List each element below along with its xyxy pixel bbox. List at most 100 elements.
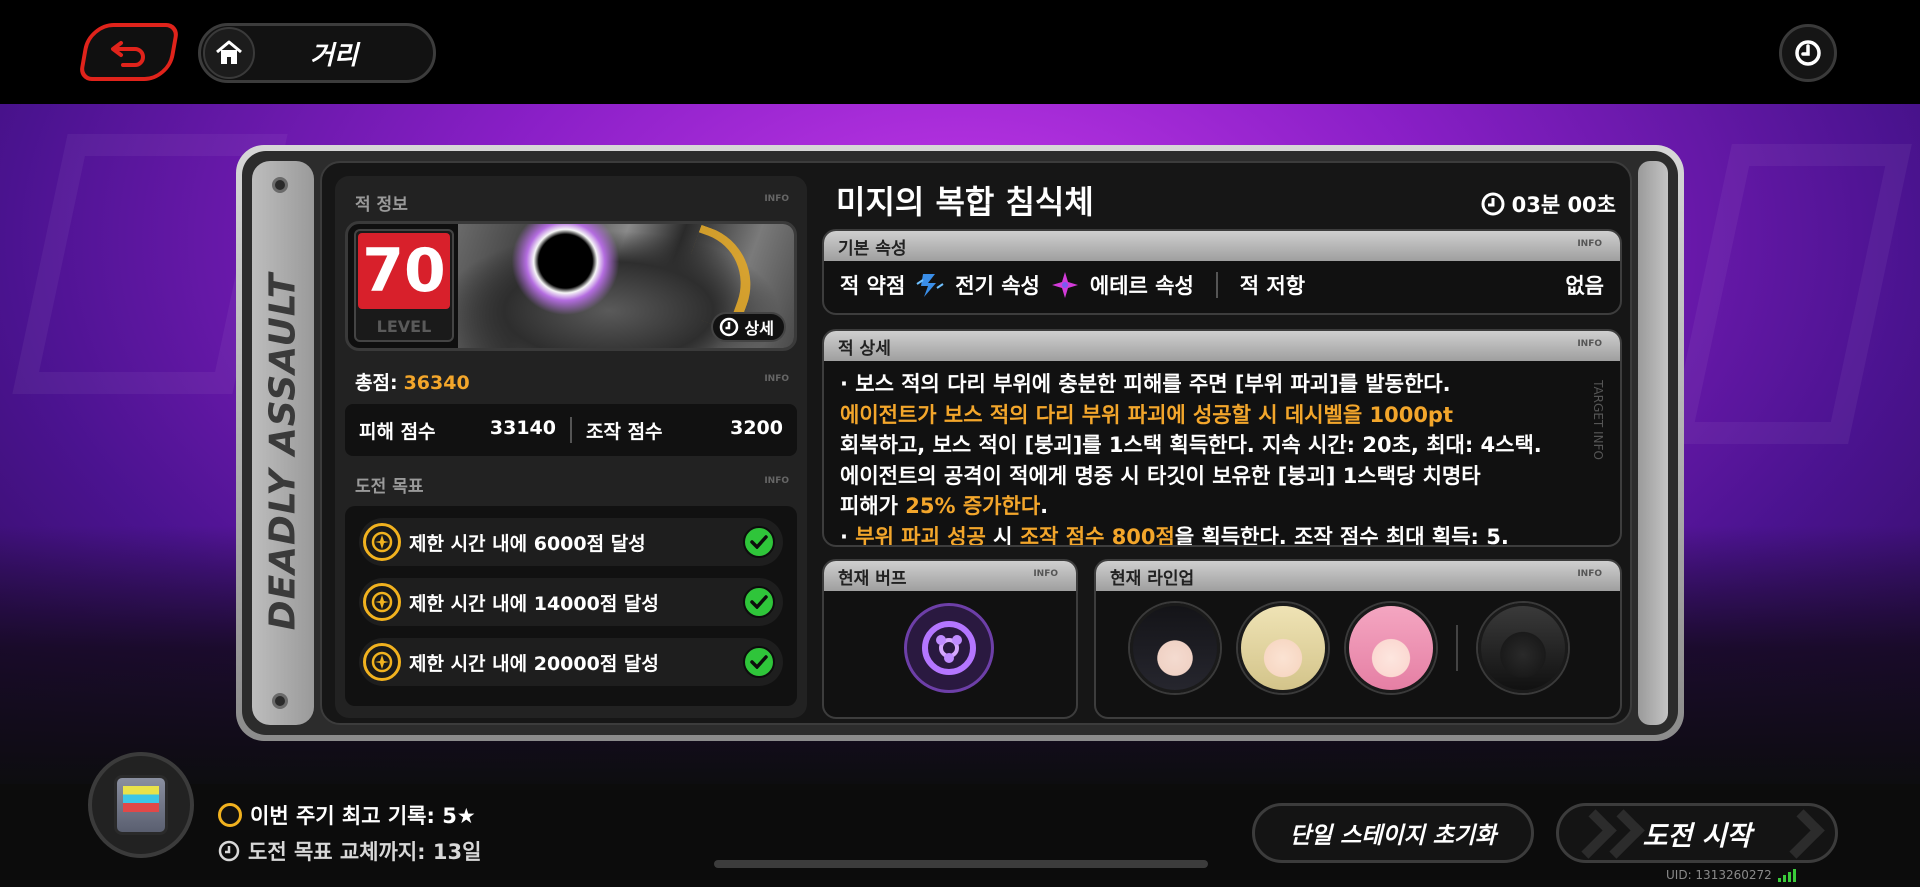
weakness-ether: 에테르 속성	[1089, 274, 1194, 298]
info-tag[interactable]: INFO	[764, 476, 789, 486]
damage-score-label: 피해 점수	[359, 420, 436, 443]
challenge-goals: 제한 시간 내에 6000점 달성 제한 시간 내에 14000점 달성 제한 …	[345, 506, 797, 706]
details-text[interactable]: · 보스 적의 다리 부위에 충분한 피해를 주면 [부위 파괴]를 발동한다.…	[824, 361, 1620, 547]
attributes-header: 기본 속성 INFO	[824, 231, 1620, 261]
reset-stage-button[interactable]: 단일 스테이지 초기화	[1252, 803, 1534, 863]
attributes-title: 기본 속성	[838, 239, 907, 259]
time-limit: 03분 00초	[1480, 189, 1616, 219]
details-highlight: 부위 파괴 성공	[855, 524, 986, 547]
details-line: · 보스 적의 다리 부위에 충분한 피해를 주면 [부위 파괴]를 발동한다.	[840, 372, 1451, 396]
details-line: · 부위 파괴 성공 시 조작 점수 800점을 획득한다. 조작 점수 최대 …	[840, 522, 1604, 547]
home-icon	[216, 40, 242, 64]
best-record: 이번 주기 최고 기록: 5★	[218, 800, 476, 830]
star-medal-icon	[363, 643, 401, 681]
info-tag[interactable]: INFO	[764, 374, 789, 384]
goal-item: 제한 시간 내에 14000점 달성	[359, 578, 783, 626]
control-score-label: 조작 점수	[586, 420, 663, 443]
info-tag[interactable]: INFO	[1577, 239, 1602, 249]
info-tag[interactable]: INFO	[1577, 339, 1602, 349]
total-label: 총점:	[355, 372, 398, 394]
info-tag[interactable]: INFO	[1577, 569, 1602, 579]
agent-portrait[interactable]	[1130, 603, 1220, 693]
home-indicator[interactable]	[714, 860, 1208, 868]
back-button[interactable]	[77, 23, 181, 81]
content-panel: 적 정보 INFO 70 LEVEL 상세 총점: 36340 INFO 피해 …	[320, 161, 1632, 725]
time-limit-value: 03분 00초	[1511, 193, 1616, 217]
info-tag[interactable]: INFO	[764, 194, 789, 204]
clock-icon	[218, 840, 240, 862]
assault-card: DEADLY ASSAULT 적 정보 INFO 70 LEVEL 상세 총점:…	[236, 145, 1684, 741]
best-record-text: 이번 주기 최고 기록: 5★	[250, 804, 476, 828]
details-line: 피해가 25% 증가한다.	[840, 491, 1604, 522]
side-strip: DEADLY ASSAULT	[252, 161, 314, 725]
goal-text: 제한 시간 내에 6000점 달성	[409, 532, 646, 555]
target-info-label: TARGET INFO	[1591, 380, 1606, 460]
details-fragment: ·	[840, 524, 856, 547]
check-icon	[743, 526, 775, 558]
enemy-info-title: 적 정보	[355, 195, 408, 215]
goal-reset-text: 도전 목표 교체까지: 13일	[248, 840, 482, 864]
lineup-panel: 현재 라인업 INFO	[1094, 559, 1622, 719]
weakness-electric: 전기 속성	[955, 274, 1040, 298]
details-fragment: 피해가	[840, 494, 906, 518]
level-label: LEVEL	[376, 317, 432, 336]
total-value: 36340	[403, 372, 470, 394]
resist-value: 없음	[1565, 274, 1604, 298]
score-breakdown: 피해 점수 33140 조작 점수 3200	[345, 404, 797, 456]
signal-icon	[1777, 868, 1796, 882]
right-strip	[1638, 161, 1668, 725]
buff-title: 현재 버프	[838, 569, 907, 589]
buff-icon[interactable]	[904, 603, 994, 693]
detail-button-label: 상세	[744, 319, 774, 338]
star-medal-icon	[218, 803, 242, 827]
device-icon[interactable]	[88, 752, 194, 858]
damage-score-value: 33140	[489, 416, 556, 439]
agent-portrait[interactable]	[1238, 603, 1328, 693]
total-score: 총점: 36340	[355, 368, 470, 395]
challenge-title: 도전 목표	[355, 477, 424, 497]
start-challenge-button[interactable]: 도전 시작	[1556, 803, 1838, 863]
breadcrumb: 거리	[198, 23, 436, 83]
check-icon	[743, 646, 775, 678]
detail-button[interactable]: 상세	[710, 312, 786, 342]
details-highlight: 조작 점수 800점	[1019, 524, 1175, 547]
weakness-label: 적 약점	[840, 274, 906, 298]
details-panel: 적 상세 INFO · 보스 적의 다리 부위에 충분한 피해를 주면 [부위 …	[822, 329, 1622, 547]
info-tag[interactable]: INFO	[1033, 569, 1058, 579]
details-fragment: 시	[985, 524, 1020, 547]
card-body: DEADLY ASSAULT 적 정보 INFO 70 LEVEL 상세 총점:…	[242, 151, 1678, 735]
timer-icon	[1481, 192, 1505, 216]
divider	[1456, 625, 1458, 671]
mode-title: DEADLY ASSAULT	[256, 272, 310, 630]
divider	[1215, 272, 1218, 298]
attributes-panel: 기본 속성 INFO 적 약점 전기 속성 에테르 속성 적 저항 없음	[822, 229, 1622, 315]
back-arrow-icon	[111, 41, 145, 67]
timer-button[interactable]	[1779, 24, 1837, 82]
clock-icon	[1795, 40, 1821, 66]
uid-label: UID: 1313260272	[1666, 868, 1796, 882]
screw-icon	[272, 177, 288, 193]
chevron-icon	[1775, 809, 1825, 859]
electric-attribute-icon	[916, 274, 944, 297]
level-value: 70	[358, 233, 450, 309]
goal-reset-timer: 도전 목표 교체까지: 13일	[218, 836, 481, 866]
bangboo-portrait[interactable]	[1478, 603, 1568, 693]
resist-label: 적 저항	[1239, 274, 1306, 298]
buff-header: 현재 버프 INFO	[824, 561, 1076, 591]
uid-text: UID: 1313260272	[1666, 868, 1772, 882]
agent-portrait[interactable]	[1346, 603, 1436, 693]
details-line-highlight: 에이전트가 보스 적의 다리 부위 파괴에 성공할 시 데시벨을 1000pt	[840, 402, 1453, 427]
start-challenge-label: 도전 시작	[1642, 820, 1752, 852]
level-badge: 70 LEVEL	[354, 229, 454, 342]
details-header: 적 상세 INFO	[824, 331, 1620, 361]
details-line: 에이전트의 공격이 적에게 명중 시 타깃이 보유한 [붕괴] 1스택당 치명타	[840, 463, 1481, 488]
lineup-portraits	[1130, 603, 1568, 693]
star-medal-icon	[363, 523, 401, 561]
home-button[interactable]	[203, 27, 255, 79]
goal-item: 제한 시간 내에 6000점 달성	[359, 518, 783, 566]
ether-attribute-icon	[1051, 272, 1078, 298]
top-bar: 거리	[0, 0, 1920, 104]
goal-text: 제한 시간 내에 20000점 달성	[409, 652, 659, 675]
goal-item: 제한 시간 내에 20000점 달성	[359, 638, 783, 686]
breadcrumb-label: 거리	[310, 40, 358, 71]
